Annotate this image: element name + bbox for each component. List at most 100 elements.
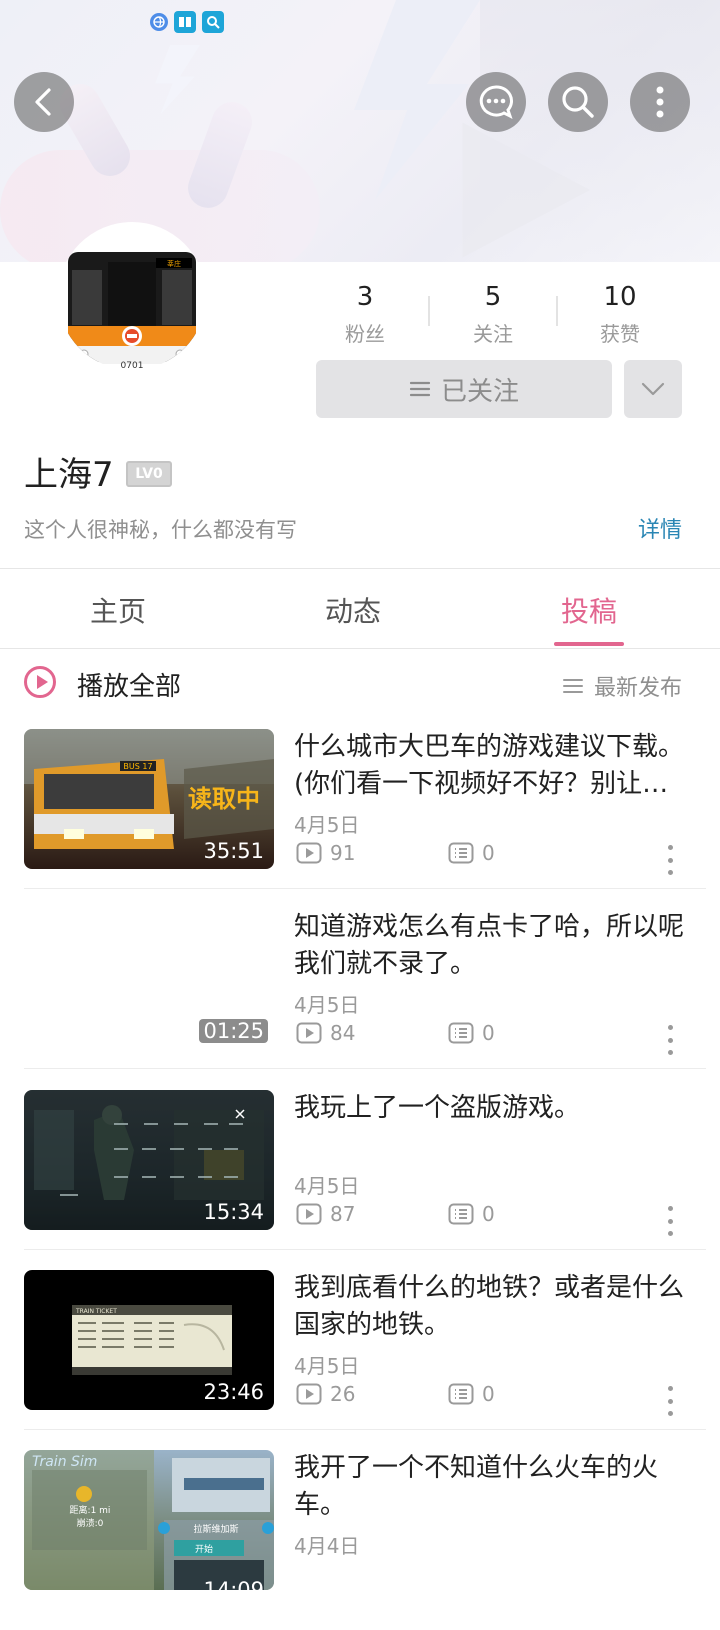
metro-train-avatar-image: 莘庄 0701 bbox=[68, 252, 196, 370]
video-views: 26 bbox=[296, 1382, 355, 1406]
video-title[interactable]: 我开了一个不知道什么火车的火车。 bbox=[294, 1450, 686, 1524]
more-vertical-icon[interactable] bbox=[664, 1206, 676, 1236]
thumbnail-destination: 拉斯维加斯 bbox=[193, 1523, 238, 1535]
video-date: 4月5日 bbox=[294, 993, 360, 1017]
sort-button[interactable]: 最新发布 bbox=[562, 670, 682, 702]
list-divider bbox=[24, 1068, 706, 1069]
globe-icon bbox=[150, 13, 168, 31]
comment-count-icon bbox=[448, 1383, 474, 1405]
tab-dynamics[interactable]: 动态 bbox=[283, 590, 423, 630]
search-icon bbox=[202, 11, 224, 33]
stat-divider bbox=[428, 296, 430, 326]
bus-route-sign: BUS 17 bbox=[123, 762, 152, 771]
view-count: 26 bbox=[330, 1382, 356, 1406]
more-vertical-icon[interactable] bbox=[664, 1025, 676, 1055]
video-views: 84 bbox=[296, 1021, 355, 1045]
video-comments: 0 bbox=[448, 841, 495, 865]
avatar-train-number: 0701 bbox=[121, 361, 144, 370]
tab-uploads[interactable]: 投稿 bbox=[519, 590, 659, 630]
video-title[interactable]: 我到底看什么的地铁？或者是什么国家的地铁。 bbox=[294, 1270, 686, 1344]
thumbnail-distance: 距离:1 mi bbox=[70, 1504, 111, 1516]
comment-count: 0 bbox=[482, 1382, 495, 1406]
avatar-destination-sign: 莘庄 bbox=[167, 259, 181, 268]
list-divider bbox=[24, 1249, 706, 1250]
menu-lines-icon bbox=[409, 381, 431, 397]
more-vertical-icon[interactable] bbox=[664, 1386, 676, 1416]
stat-following[interactable]: 5 关注 bbox=[438, 282, 548, 347]
stat-likes[interactable]: 10 获赞 bbox=[565, 282, 675, 347]
details-link[interactable]: 详情 bbox=[638, 512, 682, 544]
more-button[interactable] bbox=[630, 72, 690, 132]
train-sim-thumbnail-image: Train Sim 距离:1 mi 崩溃:0 拉斯维加斯 开始 bbox=[24, 1450, 274, 1590]
view-count: 84 bbox=[330, 1021, 356, 1045]
video-comments: 0 bbox=[448, 1202, 495, 1226]
book-icon bbox=[174, 11, 196, 33]
video-item[interactable]: TRAIN TICKET 23:46 我到底看什么的地铁？或者是什么国家的地铁。… bbox=[0, 1270, 720, 1450]
back-button[interactable] bbox=[14, 72, 74, 132]
username: 上海7 bbox=[24, 455, 114, 495]
avatar[interactable]: 莘庄 0701 bbox=[58, 222, 206, 370]
video-title[interactable]: 什么城市大巴车的游戏建议下载。(你们看一下视频好不好？别让我白录了） bbox=[294, 729, 686, 803]
thumbnail-game-title: Train Sim bbox=[32, 1454, 97, 1470]
list-divider bbox=[24, 888, 706, 889]
comment-count: 0 bbox=[482, 841, 495, 865]
video-comments: 0 bbox=[448, 1021, 495, 1045]
video-comments: 0 bbox=[448, 1382, 495, 1406]
video-thumbnail[interactable]: 15:34 bbox=[24, 1090, 274, 1230]
video-date: 4月5日 bbox=[294, 1354, 360, 1378]
profile-banner bbox=[0, 0, 720, 262]
level-badge: LV0 bbox=[126, 461, 172, 487]
video-thumbnail[interactable]: BUS 17 读取中 35:51 bbox=[24, 729, 274, 869]
thumbnail-start: 开始 bbox=[195, 1543, 213, 1555]
section-divider bbox=[0, 568, 720, 569]
play-circle-icon[interactable] bbox=[24, 666, 56, 698]
video-item[interactable]: Train Sim 距离:1 mi 崩溃:0 拉斯维加斯 开始 14:09 我开… bbox=[0, 1450, 720, 1630]
video-duration: 15:34 bbox=[203, 1200, 264, 1224]
video-date: 4月4日 bbox=[294, 1534, 360, 1558]
video-duration: 23:46 bbox=[203, 1380, 264, 1404]
thumbnail-crash: 崩溃:0 bbox=[77, 1517, 104, 1529]
video-duration: 01:25 bbox=[199, 1019, 268, 1043]
video-thumbnail[interactable]: 01:25 bbox=[24, 909, 274, 1049]
video-duration: 14:09 bbox=[203, 1578, 264, 1590]
more-vertical-icon bbox=[656, 86, 664, 118]
stat-followers[interactable]: 3 粉丝 bbox=[310, 282, 420, 347]
follow-options-dropdown[interactable] bbox=[624, 360, 682, 418]
message-button[interactable] bbox=[466, 72, 526, 132]
video-duration: 35:51 bbox=[203, 839, 264, 863]
search-button[interactable] bbox=[548, 72, 608, 132]
video-item[interactable]: BUS 17 读取中 35:51 什么城市大巴车的游戏建议下载。(你们看一下视频… bbox=[0, 729, 720, 909]
following-label: 关注 bbox=[473, 322, 513, 346]
lightning-decoration bbox=[354, 0, 480, 200]
play-count-icon bbox=[296, 842, 322, 864]
followers-count: 3 bbox=[356, 282, 374, 312]
play-count-icon bbox=[296, 1022, 322, 1044]
followed-label: 已关注 bbox=[440, 376, 519, 407]
more-vertical-icon[interactable] bbox=[664, 845, 676, 875]
section-divider bbox=[0, 648, 720, 649]
lightning-decoration bbox=[155, 45, 200, 115]
comment-count-icon bbox=[448, 1022, 474, 1044]
video-thumbnail[interactable]: Train Sim 距离:1 mi 崩溃:0 拉斯维加斯 开始 14:09 bbox=[24, 1450, 274, 1590]
comment-count-icon bbox=[448, 842, 474, 864]
video-title[interactable]: 知道游戏怎么有点卡了哈，所以呢我们就不录了。 bbox=[294, 909, 686, 983]
search-icon bbox=[562, 86, 594, 118]
followed-button[interactable]: 已关注 bbox=[316, 360, 612, 418]
tab-home[interactable]: 主页 bbox=[48, 590, 188, 630]
video-item[interactable]: 01:25 知道游戏怎么有点卡了哈，所以呢我们就不录了。 4月5日 84 0 bbox=[0, 909, 720, 1089]
video-views: 87 bbox=[296, 1202, 355, 1226]
play-all-button[interactable]: 播放全部 bbox=[77, 666, 181, 703]
followers-label: 粉丝 bbox=[345, 322, 385, 346]
video-title[interactable]: 我玩上了一个盗版游戏。 bbox=[294, 1090, 686, 1127]
video-thumbnail[interactable]: TRAIN TICKET 23:46 bbox=[24, 1270, 274, 1410]
play-count-icon bbox=[296, 1383, 322, 1405]
video-item[interactable]: 15:34 我玩上了一个盗版游戏。 4月5日 87 0 bbox=[0, 1090, 720, 1270]
following-count: 5 bbox=[484, 282, 502, 312]
view-count: 91 bbox=[330, 841, 356, 865]
play-count-icon bbox=[296, 1203, 322, 1225]
video-views: 91 bbox=[296, 841, 355, 865]
menu-lines-icon bbox=[562, 679, 583, 693]
message-bubble-icon bbox=[479, 85, 513, 119]
thumbnail-loading-text: 读取中 bbox=[188, 785, 260, 813]
back-arrow-icon bbox=[35, 88, 51, 116]
